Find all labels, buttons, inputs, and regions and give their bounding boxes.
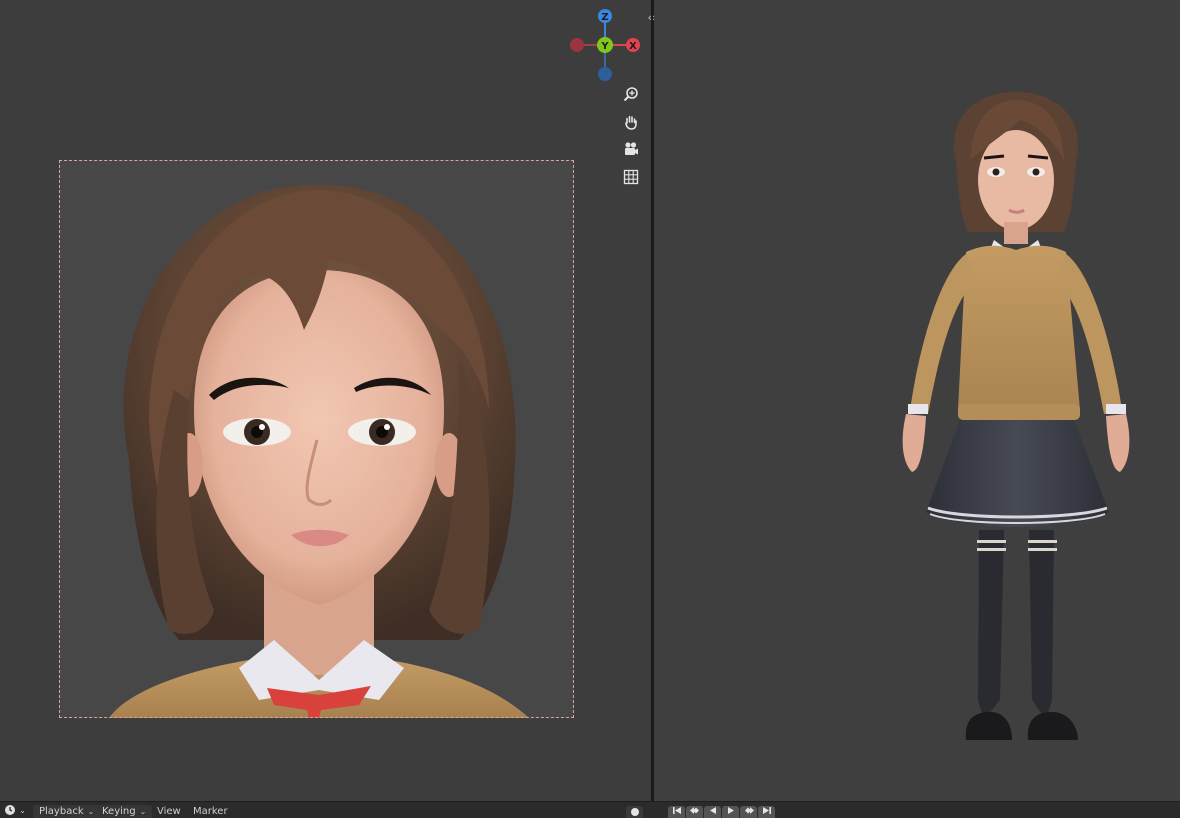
jump-end-button[interactable] (758, 806, 775, 818)
play-reverse-button[interactable] (704, 806, 721, 818)
camera-frame-render (59, 160, 574, 718)
editor-type-button[interactable]: ⌄ (4, 804, 26, 818)
editor-type-chevron: ⌄ (19, 806, 26, 815)
play-icon (727, 807, 734, 814)
play-reverse-icon (709, 807, 716, 814)
playback-chevron: ⌄ (87, 807, 95, 816)
keying-menu[interactable]: Keying ⌄ (96, 805, 153, 818)
camera-icon (625, 142, 638, 155)
record-icon (630, 808, 639, 816)
gizmo-neg-x[interactable] (570, 38, 584, 52)
jump-end-icon (762, 807, 771, 814)
camera-view-button[interactable] (619, 137, 643, 161)
jump-start-button[interactable] (668, 806, 685, 818)
playback-menu[interactable]: Playback ⌄ (33, 805, 101, 818)
jump-start-icon (672, 807, 681, 814)
character-portrait-render (109, 184, 529, 718)
play-button[interactable] (722, 806, 739, 818)
gizmo-z-label: Z (601, 12, 608, 23)
camera-viewport[interactable]: X Y Z (0, 0, 652, 801)
clock-icon (5, 805, 15, 815)
next-keyframe-icon (744, 807, 754, 814)
playback-label: Playback (39, 806, 84, 817)
gizmo-neg-z[interactable] (598, 67, 612, 81)
grid-icon (623, 169, 639, 185)
auto-keying-button[interactable] (626, 806, 643, 818)
gizmo-x-label: X (629, 41, 637, 52)
navigation-gizmo[interactable]: X Y Z (560, 4, 650, 90)
hand-pan-icon (625, 115, 637, 130)
keying-chevron: ⌄ (139, 807, 147, 816)
zoom-button[interactable] (619, 82, 643, 106)
pan-button[interactable] (619, 110, 643, 134)
3d-viewport[interactable] (654, 0, 1180, 801)
prev-keyframe-icon (689, 807, 699, 814)
ortho-toggle-button[interactable] (619, 165, 643, 189)
view-menu[interactable]: View (157, 805, 181, 818)
marker-menu[interactable]: Marker (193, 805, 228, 818)
timeline-header: ⌄ Playback ⌄ Keying ⌄ View Marker (0, 801, 1180, 818)
zoom-icon (623, 87, 638, 102)
next-keyframe-button[interactable] (740, 806, 757, 818)
keying-label: Keying (102, 806, 136, 817)
character-full-body-render (902, 92, 1130, 740)
prev-keyframe-button[interactable] (686, 806, 703, 818)
gizmo-y-label: Y (600, 41, 609, 52)
